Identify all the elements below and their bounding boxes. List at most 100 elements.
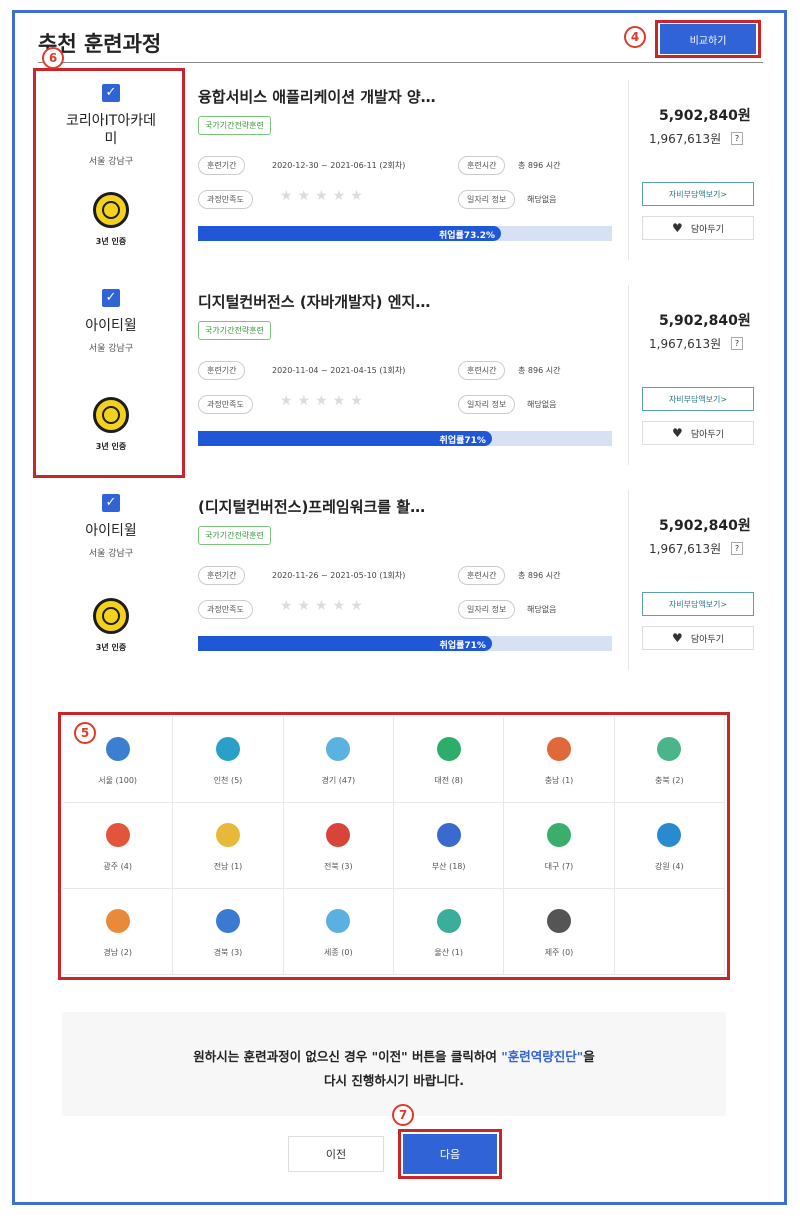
course-title[interactable]: 디지털컨버전스 (자바개발자) 엔지… <box>198 291 430 312</box>
course-checkbox[interactable]: ✓ <box>102 84 120 102</box>
job-info-label: 일자리 정보 <box>458 190 516 209</box>
employment-rate-text: 취업률71% <box>439 436 486 446</box>
annotation-7: 7 <box>392 1104 414 1126</box>
wish-button[interactable]: ♥ 담아두기 <box>642 216 754 240</box>
institution-column: ✓ 코리아IT아카데미 서울 강남구 3년 인증 <box>40 70 182 275</box>
course-price: 5,902,840원 <box>659 518 751 534</box>
institution-location: 서울 강남구 <box>88 549 134 559</box>
course-price: 5,902,840원 <box>659 108 751 124</box>
price-column: 5,902,840원 1,967,613원 ? 자비부담액보기> ♥ 담아두기 <box>628 80 760 260</box>
check-icon: ✓ <box>105 85 117 100</box>
hours-value: 총 896 시간 <box>518 366 561 375</box>
satisfaction-stars-icon: ★★★★★ <box>280 188 368 204</box>
period-label: 훈련기간 <box>198 361 246 380</box>
employment-bar-fill: 취업률73.2% <box>198 226 502 241</box>
wish-label: 담아두기 <box>690 429 724 440</box>
prev-button[interactable]: 이전 <box>288 1136 384 1172</box>
course-card: ✓ 코리아IT아카데미 서울 강남구 3년 인증 융합서비스 애플리케이션 개발… <box>40 70 760 275</box>
notice-line-2: 다시 진행하시기 바랍니다. <box>324 1073 464 1088</box>
employment-bar: 취업률73.2% <box>198 226 612 241</box>
period-label: 훈련기간 <box>198 156 246 175</box>
satisfaction-label: 과정만족도 <box>198 395 253 414</box>
period-value: 2020-11-26 ~ 2021-05-10 (1회차) <box>272 571 406 580</box>
help-icon[interactable]: ? <box>731 542 743 555</box>
employment-bar: 취업률71% <box>198 636 612 651</box>
heart-icon: ♥ <box>672 221 683 235</box>
employment-rate-text: 취업률73.2% <box>438 231 496 241</box>
job-info-value: 해당없음 <box>527 605 557 614</box>
employment-bar: 취업률71% <box>198 431 612 446</box>
cert-label: 3년 인증 <box>95 237 127 246</box>
self-pay-button[interactable]: 자비부담액보기> <box>642 592 754 616</box>
highlight-next <box>398 1129 502 1179</box>
hours-label: 훈련시간 <box>458 156 506 175</box>
course-card: ✓ 아이티윌 서울 강남구 3년 인증 디지털컨버전스 (자바개발자) 엔지… … <box>40 275 760 480</box>
help-icon[interactable]: ? <box>731 132 743 145</box>
institution-column: ✓ 아이티윌 서울 강남구 3년 인증 <box>40 480 182 685</box>
course-sub-price: 1,967,613원 <box>649 132 722 146</box>
course-title[interactable]: (디지털컨버전스)프레임워크를 활… <box>198 496 425 517</box>
satisfaction-label: 과정만족도 <box>198 600 253 619</box>
check-icon: ✓ <box>105 290 117 305</box>
heart-icon: ♥ <box>672 631 683 645</box>
check-icon: ✓ <box>105 495 117 510</box>
cert-badge-icon <box>93 397 129 433</box>
employment-rate-text: 취업률71% <box>439 641 486 651</box>
wish-button[interactable]: ♥ 담아두기 <box>642 626 754 650</box>
institution-column: ✓ 아이티윌 서울 강남구 3년 인증 <box>40 275 182 480</box>
institution-location: 서울 강남구 <box>88 344 134 354</box>
cert-label: 3년 인증 <box>95 442 127 451</box>
course-checkbox[interactable]: ✓ <box>102 289 120 307</box>
course-price: 5,902,840원 <box>659 313 751 329</box>
highlight-compare <box>655 20 761 58</box>
job-info-value: 해당없음 <box>527 400 557 409</box>
title-divider <box>38 62 763 63</box>
course-checkbox[interactable]: ✓ <box>102 494 120 512</box>
employment-bar-fill: 취업률71% <box>198 431 492 446</box>
hours-label: 훈련시간 <box>458 566 506 585</box>
heart-icon: ♥ <box>672 426 683 440</box>
annotation-4: 4 <box>624 26 646 48</box>
institution-name: 아이티윌 <box>85 318 137 334</box>
cert-badge-icon <box>93 598 129 634</box>
course-tag: 국가기간전략훈련 <box>198 116 271 135</box>
employment-bar-fill: 취업률71% <box>198 636 492 651</box>
notice-line-1: 원하시는 훈련과정이 없으신 경우 "이전" 버튼을 클릭하여 "훈련역량진단"… <box>62 1046 726 1065</box>
annotation-5: 5 <box>74 722 96 744</box>
self-pay-button[interactable]: 자비부담액보기> <box>642 182 754 206</box>
course-tag: 국가기간전략훈련 <box>198 321 271 340</box>
hours-value: 총 896 시간 <box>518 571 561 580</box>
job-info-value: 해당없음 <box>527 195 557 204</box>
price-column: 5,902,840원 1,967,613원 ? 자비부담액보기> ♥ 담아두기 <box>628 490 760 670</box>
notice-highlight-link[interactable]: "훈련역량진단" <box>501 1049 583 1064</box>
cert-label: 3년 인증 <box>95 643 127 652</box>
self-pay-button[interactable]: 자비부담액보기> <box>642 387 754 411</box>
wish-label: 담아두기 <box>690 634 724 645</box>
job-info-label: 일자리 정보 <box>458 600 516 619</box>
wish-label: 담아두기 <box>690 224 724 235</box>
course-title[interactable]: 융합서비스 애플리케이션 개발자 양… <box>198 86 436 107</box>
course-tag: 국가기간전략훈련 <box>198 526 271 545</box>
institution-name: 코리아IT아카데미 <box>66 113 156 147</box>
highlight-regions <box>58 712 730 980</box>
period-label: 훈련기간 <box>198 566 246 585</box>
cert-badge-icon <box>93 192 129 228</box>
institution-name: 아이티윌 <box>85 523 137 539</box>
hours-value: 총 896 시간 <box>518 161 561 170</box>
price-column: 5,902,840원 1,967,613원 ? 자비부담액보기> ♥ 담아두기 <box>628 285 760 465</box>
notice-text-end: 을 <box>583 1049 595 1064</box>
notice-box: 원하시는 훈련과정이 없으신 경우 "이전" 버튼을 클릭하여 "훈련역량진단"… <box>62 1012 726 1116</box>
annotation-6: 6 <box>42 47 64 69</box>
help-icon[interactable]: ? <box>731 337 743 350</box>
satisfaction-stars-icon: ★★★★★ <box>280 598 368 614</box>
satisfaction-stars-icon: ★★★★★ <box>280 393 368 409</box>
course-sub-price: 1,967,613원 <box>649 337 722 351</box>
period-value: 2020-12-30 ~ 2021-06-11 (2회차) <box>272 161 406 170</box>
notice-text: 원하시는 훈련과정이 없으신 경우 "이전" 버튼을 클릭하여 <box>193 1049 502 1064</box>
period-value: 2020-11-04 ~ 2021-04-15 (1회차) <box>272 366 406 375</box>
institution-location: 서울 강남구 <box>88 157 134 167</box>
job-info-label: 일자리 정보 <box>458 395 516 414</box>
satisfaction-label: 과정만족도 <box>198 190 253 209</box>
wish-button[interactable]: ♥ 담아두기 <box>642 421 754 445</box>
course-sub-price: 1,967,613원 <box>649 542 722 556</box>
